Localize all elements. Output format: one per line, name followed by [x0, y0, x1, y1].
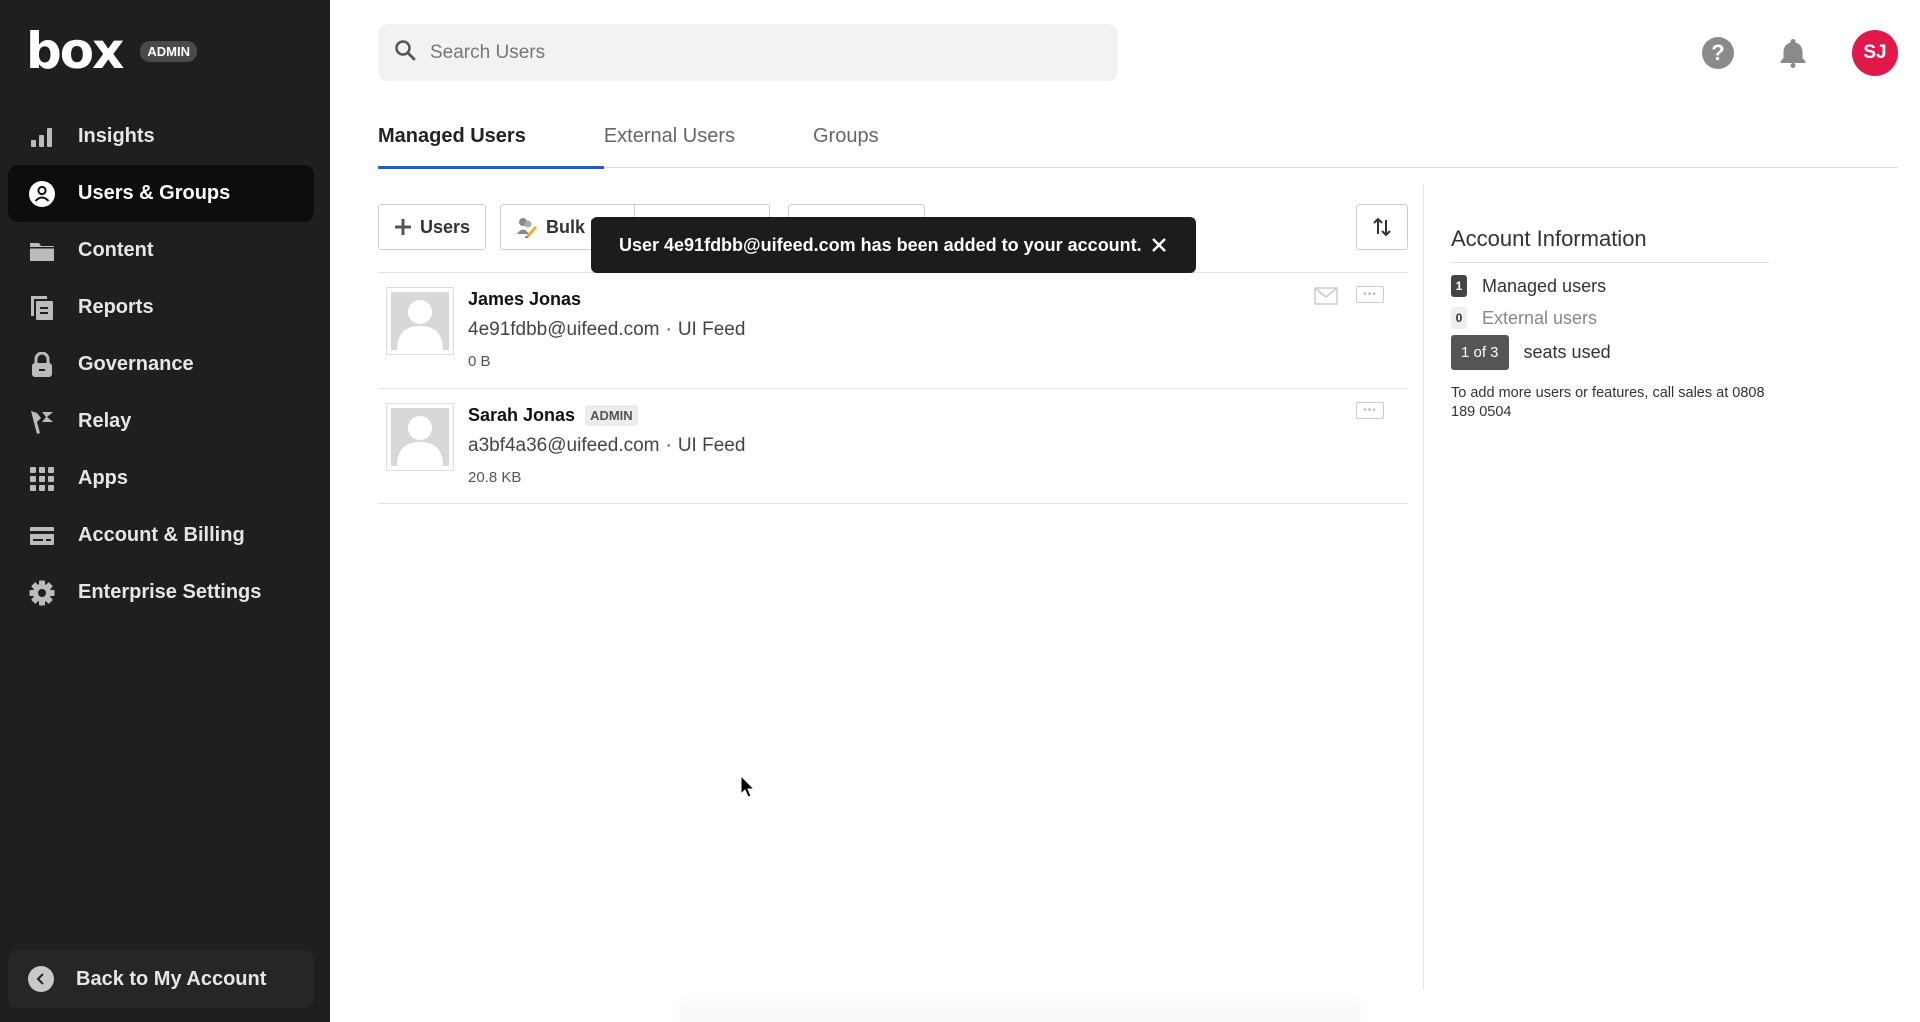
gear-icon	[28, 579, 56, 607]
bar-chart-icon	[28, 123, 56, 151]
user-org: UI Feed	[677, 435, 746, 456]
add-users-label: Users	[420, 216, 471, 237]
admin-badge: ADMIN	[140, 40, 198, 62]
user-email-line: 4e91fdbb@uifeed.com · UI Feed	[468, 319, 745, 341]
user-name[interactable]: James Jonas	[468, 289, 581, 310]
sidebar-item-label: Users & Groups	[78, 182, 231, 204]
sidebar-item-account-billing[interactable]: Account & Billing	[8, 507, 314, 564]
sidebar-item-label: Relay	[78, 410, 132, 432]
user-email: a3bf4a36@uifeed.com	[468, 435, 660, 456]
user-avatar-placeholder	[386, 287, 454, 355]
add-users-button[interactable]: Users	[378, 204, 487, 250]
tabs: Managed Users External Users Groups	[378, 120, 1898, 169]
seats-row: 1 of 3 seats used	[1451, 335, 1769, 370]
sidebar-item-reports[interactable]: Reports	[8, 279, 314, 336]
toast-message: User 4e91fdbb@uifeed.com has been added …	[619, 234, 1142, 255]
grid-icon	[28, 465, 56, 493]
external-users-count: 0	[1451, 307, 1467, 329]
account-information-title: Account Information	[1451, 226, 1769, 263]
separator: ·	[665, 319, 672, 340]
sidebar-item-insights[interactable]: Insights	[8, 108, 314, 165]
bell-icon[interactable]	[1776, 36, 1810, 70]
chevron-left-icon	[28, 966, 54, 992]
header-actions: ? SJ	[1702, 30, 1898, 76]
managed-users-count: 1	[1451, 275, 1467, 297]
user-org: UI Feed	[677, 319, 746, 340]
more-options-icon[interactable]: •••	[1356, 402, 1384, 419]
sidebar-item-label: Reports	[78, 296, 154, 318]
account-information-panel: Account Information 1 Managed users 0 Ex…	[1451, 226, 1769, 422]
sidebar-nav: Insights Users & Groups Content Reports …	[8, 108, 314, 621]
panel-divider	[1423, 184, 1424, 990]
sidebar-item-label: Content	[78, 239, 154, 261]
user-row[interactable]: James Jonas 4e91fdbb@uifeed.com · UI Feed …	[378, 272, 1408, 388]
credit-card-icon	[28, 522, 56, 550]
mouse-cursor	[740, 774, 756, 804]
tab-external-users[interactable]: External Users	[604, 120, 735, 168]
sidebar-item-label: Governance	[78, 353, 194, 375]
seats-used-badge: 1 of 3	[1451, 335, 1509, 370]
seats-used-label: seats used	[1523, 342, 1611, 362]
tab-managed-users[interactable]: Managed Users	[378, 120, 604, 169]
lock-icon	[28, 351, 56, 379]
notification-toast: User 4e91fdbb@uifeed.com has been added …	[591, 217, 1196, 273]
folder-icon	[28, 237, 56, 265]
managed-users-row: 1 Managed users	[1451, 275, 1769, 297]
search-icon	[394, 39, 416, 66]
sidebar-item-apps[interactable]: Apps	[8, 450, 314, 507]
user-storage: 0 B	[468, 353, 491, 370]
sidebar-item-label: Enterprise Settings	[78, 581, 262, 603]
mail-icon[interactable]	[1314, 287, 1338, 310]
help-icon[interactable]: ?	[1702, 37, 1734, 69]
logo-text: box	[26, 22, 124, 80]
search-bar[interactable]	[378, 24, 1118, 81]
user-name[interactable]: Sarah Jonas ADMIN	[468, 405, 638, 426]
user-email: 4e91fdbb@uifeed.com	[468, 319, 660, 340]
relay-flag-icon	[28, 408, 56, 436]
user-circle-icon	[28, 180, 56, 208]
user-avatar[interactable]: SJ	[1852, 30, 1898, 76]
search-input[interactable]	[430, 41, 1090, 64]
back-to-my-account-label: Back to My Account	[76, 967, 267, 990]
sidebar-item-label: Apps	[78, 467, 128, 489]
sidebar-item-governance[interactable]: Governance	[8, 336, 314, 393]
user-row[interactable]: Sarah Jonas ADMIN a3bf4a36@uifeed.com · UI …	[378, 388, 1408, 504]
sort-icon	[1372, 216, 1392, 238]
plus-icon	[394, 218, 412, 236]
tab-groups[interactable]: Groups	[813, 120, 879, 168]
box-logo[interactable]: box ADMIN	[26, 22, 198, 80]
sales-note: To add more users or features, call sale…	[1451, 385, 1765, 420]
close-icon[interactable]	[1146, 232, 1172, 258]
managed-users-label: Managed users	[1482, 275, 1607, 296]
reports-icon	[28, 294, 56, 322]
external-users-row: 0 External users	[1451, 307, 1769, 329]
user-email-line: a3bf4a36@uifeed.com · UI Feed	[468, 435, 745, 457]
sidebar: box ADMIN Insights Users & Groups Conten…	[0, 0, 330, 1022]
user-list: James Jonas 4e91fdbb@uifeed.com · UI Feed …	[378, 272, 1408, 504]
sidebar-item-enterprise-settings[interactable]: Enterprise Settings	[8, 564, 314, 621]
sidebar-item-users-groups[interactable]: Users & Groups	[8, 165, 314, 222]
bottom-shadow	[680, 990, 1360, 1022]
external-users-label: External users	[1482, 307, 1598, 328]
sidebar-item-label: Account & Billing	[78, 524, 245, 546]
sidebar-item-relay[interactable]: Relay	[8, 393, 314, 450]
sidebar-item-content[interactable]: Content	[8, 222, 314, 279]
user-storage: 20.8 KB	[468, 469, 522, 486]
more-options-icon[interactable]: •••	[1356, 286, 1384, 303]
bulk-edit-icon	[516, 216, 538, 238]
admin-badge: ADMIN	[585, 405, 638, 426]
sidebar-item-label: Insights	[78, 125, 155, 147]
back-to-my-account-button[interactable]: Back to My Account	[8, 950, 314, 1008]
user-avatar-placeholder	[386, 403, 454, 471]
sort-button[interactable]	[1356, 204, 1408, 250]
separator: ·	[665, 435, 672, 456]
